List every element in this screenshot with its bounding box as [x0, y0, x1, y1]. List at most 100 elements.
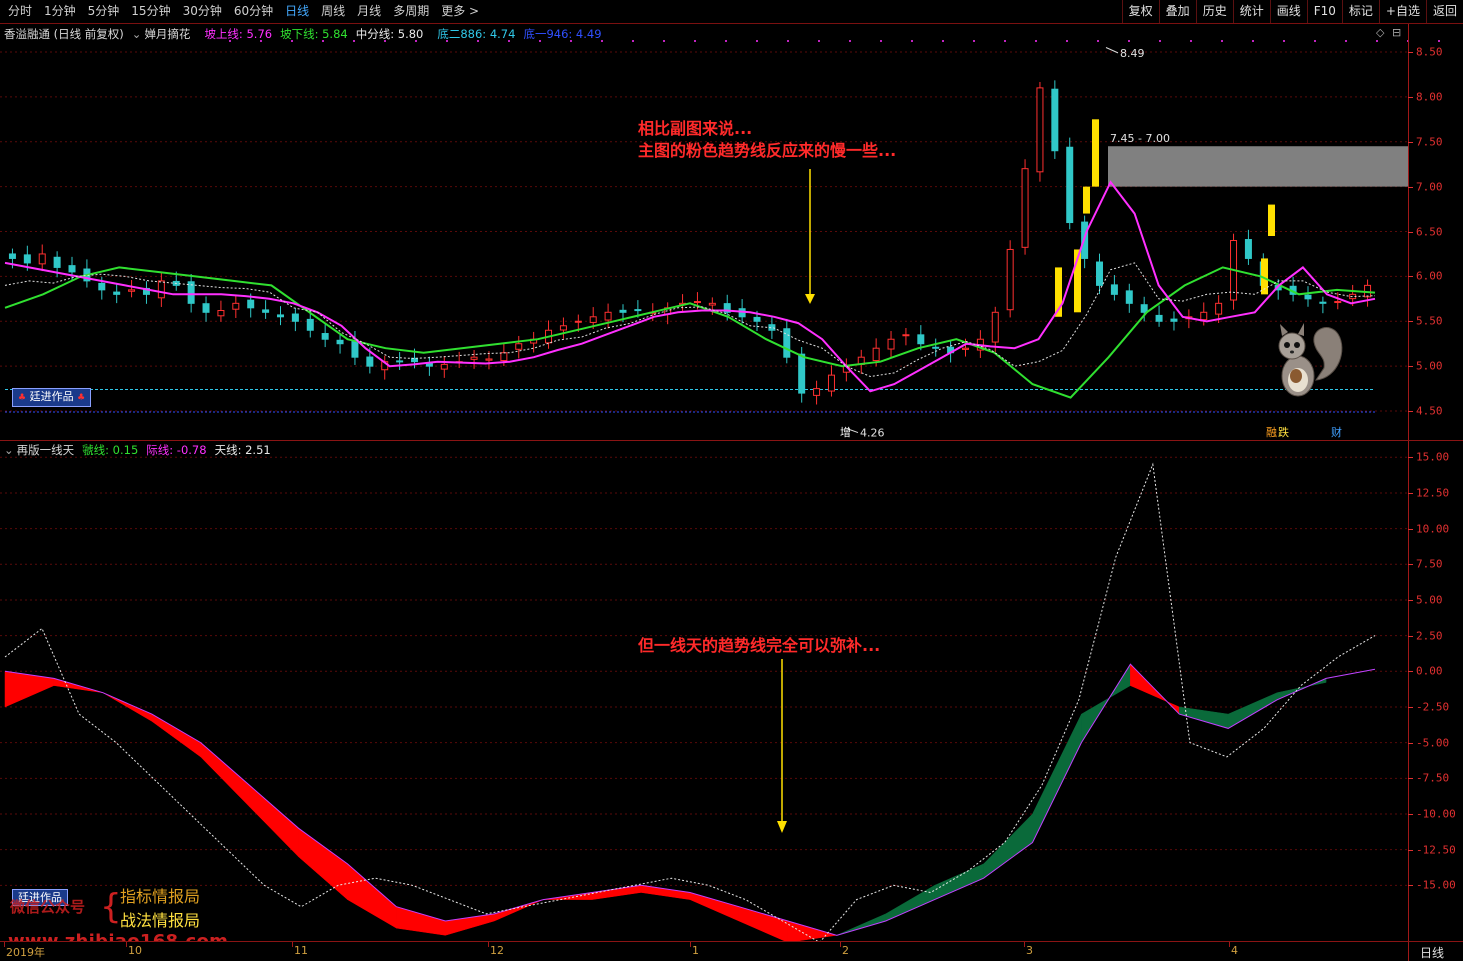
ribbon-segment [1032, 713, 1082, 843]
action-button-3[interactable]: 统计 [1232, 0, 1270, 23]
action-button-7[interactable]: +自选 [1378, 0, 1426, 23]
action-button-4[interactable]: 画线 [1269, 0, 1307, 23]
action-button-0[interactable]: 复权 [1121, 0, 1159, 23]
period-tab-3[interactable]: 15分钟 [125, 0, 176, 23]
sub-y-tick-mark [1408, 635, 1413, 637]
signal-dot [911, 40, 913, 42]
author-badge-main: ♣ 廷进作品 ♣ [12, 388, 92, 407]
period-tab-6[interactable]: 日线 [279, 0, 315, 23]
indicator-chart[interactable] [0, 441, 1463, 944]
signal-dot [787, 40, 789, 42]
x-tick-label: 4 [1231, 944, 1238, 957]
candle-body [693, 301, 701, 304]
signal-dot [353, 40, 355, 42]
main-annotation-line1: 相比副图来说... [638, 119, 753, 138]
main-y-tick: 7.00 [1416, 180, 1443, 194]
sub-y-tick: -10.00 [1416, 807, 1456, 821]
period-tab-4[interactable]: 30分钟 [177, 0, 228, 23]
ribbon-segment [1227, 692, 1278, 729]
signal-dot [1438, 40, 1440, 42]
annotation-arrowhead [777, 821, 787, 833]
period-tab-1[interactable]: 1分钟 [38, 0, 82, 23]
period-tab-0[interactable]: 分时 [2, 0, 38, 23]
signal-dot [601, 40, 603, 42]
ribbon-segment [151, 713, 201, 758]
candle-body [1110, 284, 1118, 295]
period-tab-7[interactable]: 周线 [315, 0, 351, 23]
main-y-tick-mark [1408, 411, 1413, 413]
signal-bar [1268, 204, 1275, 236]
main-y-tick-mark [1408, 276, 1413, 278]
candle-body [932, 346, 940, 349]
x-tick-mark [4, 942, 5, 947]
x-tick-label: 10 [128, 944, 142, 957]
candle-body [1051, 88, 1059, 152]
action-button-8[interactable]: 返回 [1425, 0, 1463, 23]
event-marker: 跌 [1278, 425, 1289, 439]
low-label: 4.26 [860, 427, 885, 440]
sub-y-tick: 2.50 [1416, 629, 1443, 643]
signal-dot [849, 40, 851, 42]
action-button-5[interactable]: F10 [1306, 0, 1342, 23]
sub-y-tick: 0.00 [1416, 664, 1443, 678]
sub-y-tick: -5.00 [1416, 736, 1450, 750]
action-button-6[interactable]: 标记 [1341, 0, 1379, 23]
main-chart-panel[interactable]: 香溢融通 (日线 前复权) ⌄ 婵月摘花 坡上线: 5.76 坡下线: 5.84… [0, 24, 1463, 440]
sub-y-tick: -2.50 [1416, 700, 1450, 714]
signal-dot [973, 40, 975, 42]
main-y-tick: 8.00 [1416, 90, 1443, 104]
main-y-tick-mark [1408, 321, 1413, 323]
sub-chart-panel[interactable]: ⌄ 再版一线天 虢线: 0.15 际线: -0.78 天线: 2.51 15.0… [0, 441, 1463, 952]
candle-body [798, 353, 806, 394]
watermark-brace: { [100, 887, 122, 927]
main-y-tick-mark [1408, 51, 1413, 53]
sub-y-tick: 10.00 [1416, 522, 1450, 536]
signal-dot [229, 40, 231, 42]
signal-dot [539, 40, 541, 42]
candle-body [321, 333, 329, 340]
period-tab-9[interactable]: 多周期 [387, 0, 435, 23]
candle-body [351, 339, 359, 358]
sub-y-tick-mark [1408, 778, 1413, 780]
candle-body [247, 299, 255, 309]
price-chart[interactable]: 8.49 4.26 7.45 - 7.00 增 融跌 财 [0, 24, 1463, 440]
ribbon-segment [347, 863, 397, 929]
signal-dot [1345, 40, 1347, 42]
sub-y-tick-mark [1408, 671, 1413, 673]
period-tab-5[interactable]: 60分钟 [228, 0, 279, 23]
signal-dot [756, 40, 758, 42]
period-tab-10[interactable]: 更多 > [435, 0, 485, 23]
candle-body [1021, 168, 1029, 248]
sub-y-tick-mark [1408, 564, 1413, 566]
watermark-left-text: 微信公众号 [10, 898, 86, 916]
main-y-tick-mark [1408, 186, 1413, 188]
main-y-tick-mark [1408, 141, 1413, 143]
candle-body [440, 363, 448, 370]
signal-dot [570, 40, 572, 42]
candle-body [1036, 87, 1044, 173]
event-marker: 财 [1331, 425, 1342, 439]
period-tab-8[interactable]: 月线 [351, 0, 387, 23]
candle-body [589, 316, 597, 323]
signal-dot [1097, 40, 1099, 42]
mid-dashed-line [4, 262, 1376, 378]
squirrel-image [1268, 320, 1348, 400]
ribbon-segment [640, 885, 691, 900]
candle-body [98, 282, 106, 291]
x-tick-label: 3 [1026, 944, 1033, 957]
action-button-1[interactable]: 叠加 [1158, 0, 1196, 23]
signal-dot [1314, 40, 1316, 42]
ribbon-segment [787, 920, 837, 943]
action-buttons: 复权 叠加 历史 统计 画线 F10 标记 +自选 返回 [1121, 0, 1463, 23]
ribbon-segment [591, 885, 642, 900]
candle-body [753, 316, 761, 322]
sub-annotation: 但一线天的趋势线完全可以弥补... [638, 636, 881, 655]
zone-label: 7.45 - 7.00 [1110, 132, 1170, 145]
candle-body [827, 374, 835, 392]
sub-y-tick: 12.50 [1416, 486, 1450, 500]
annotation-arrowhead [805, 294, 815, 304]
candle-body [336, 339, 344, 345]
sub-y-tick: 5.00 [1416, 593, 1443, 607]
action-button-2[interactable]: 历史 [1195, 0, 1233, 23]
period-tab-2[interactable]: 5分钟 [82, 0, 126, 23]
